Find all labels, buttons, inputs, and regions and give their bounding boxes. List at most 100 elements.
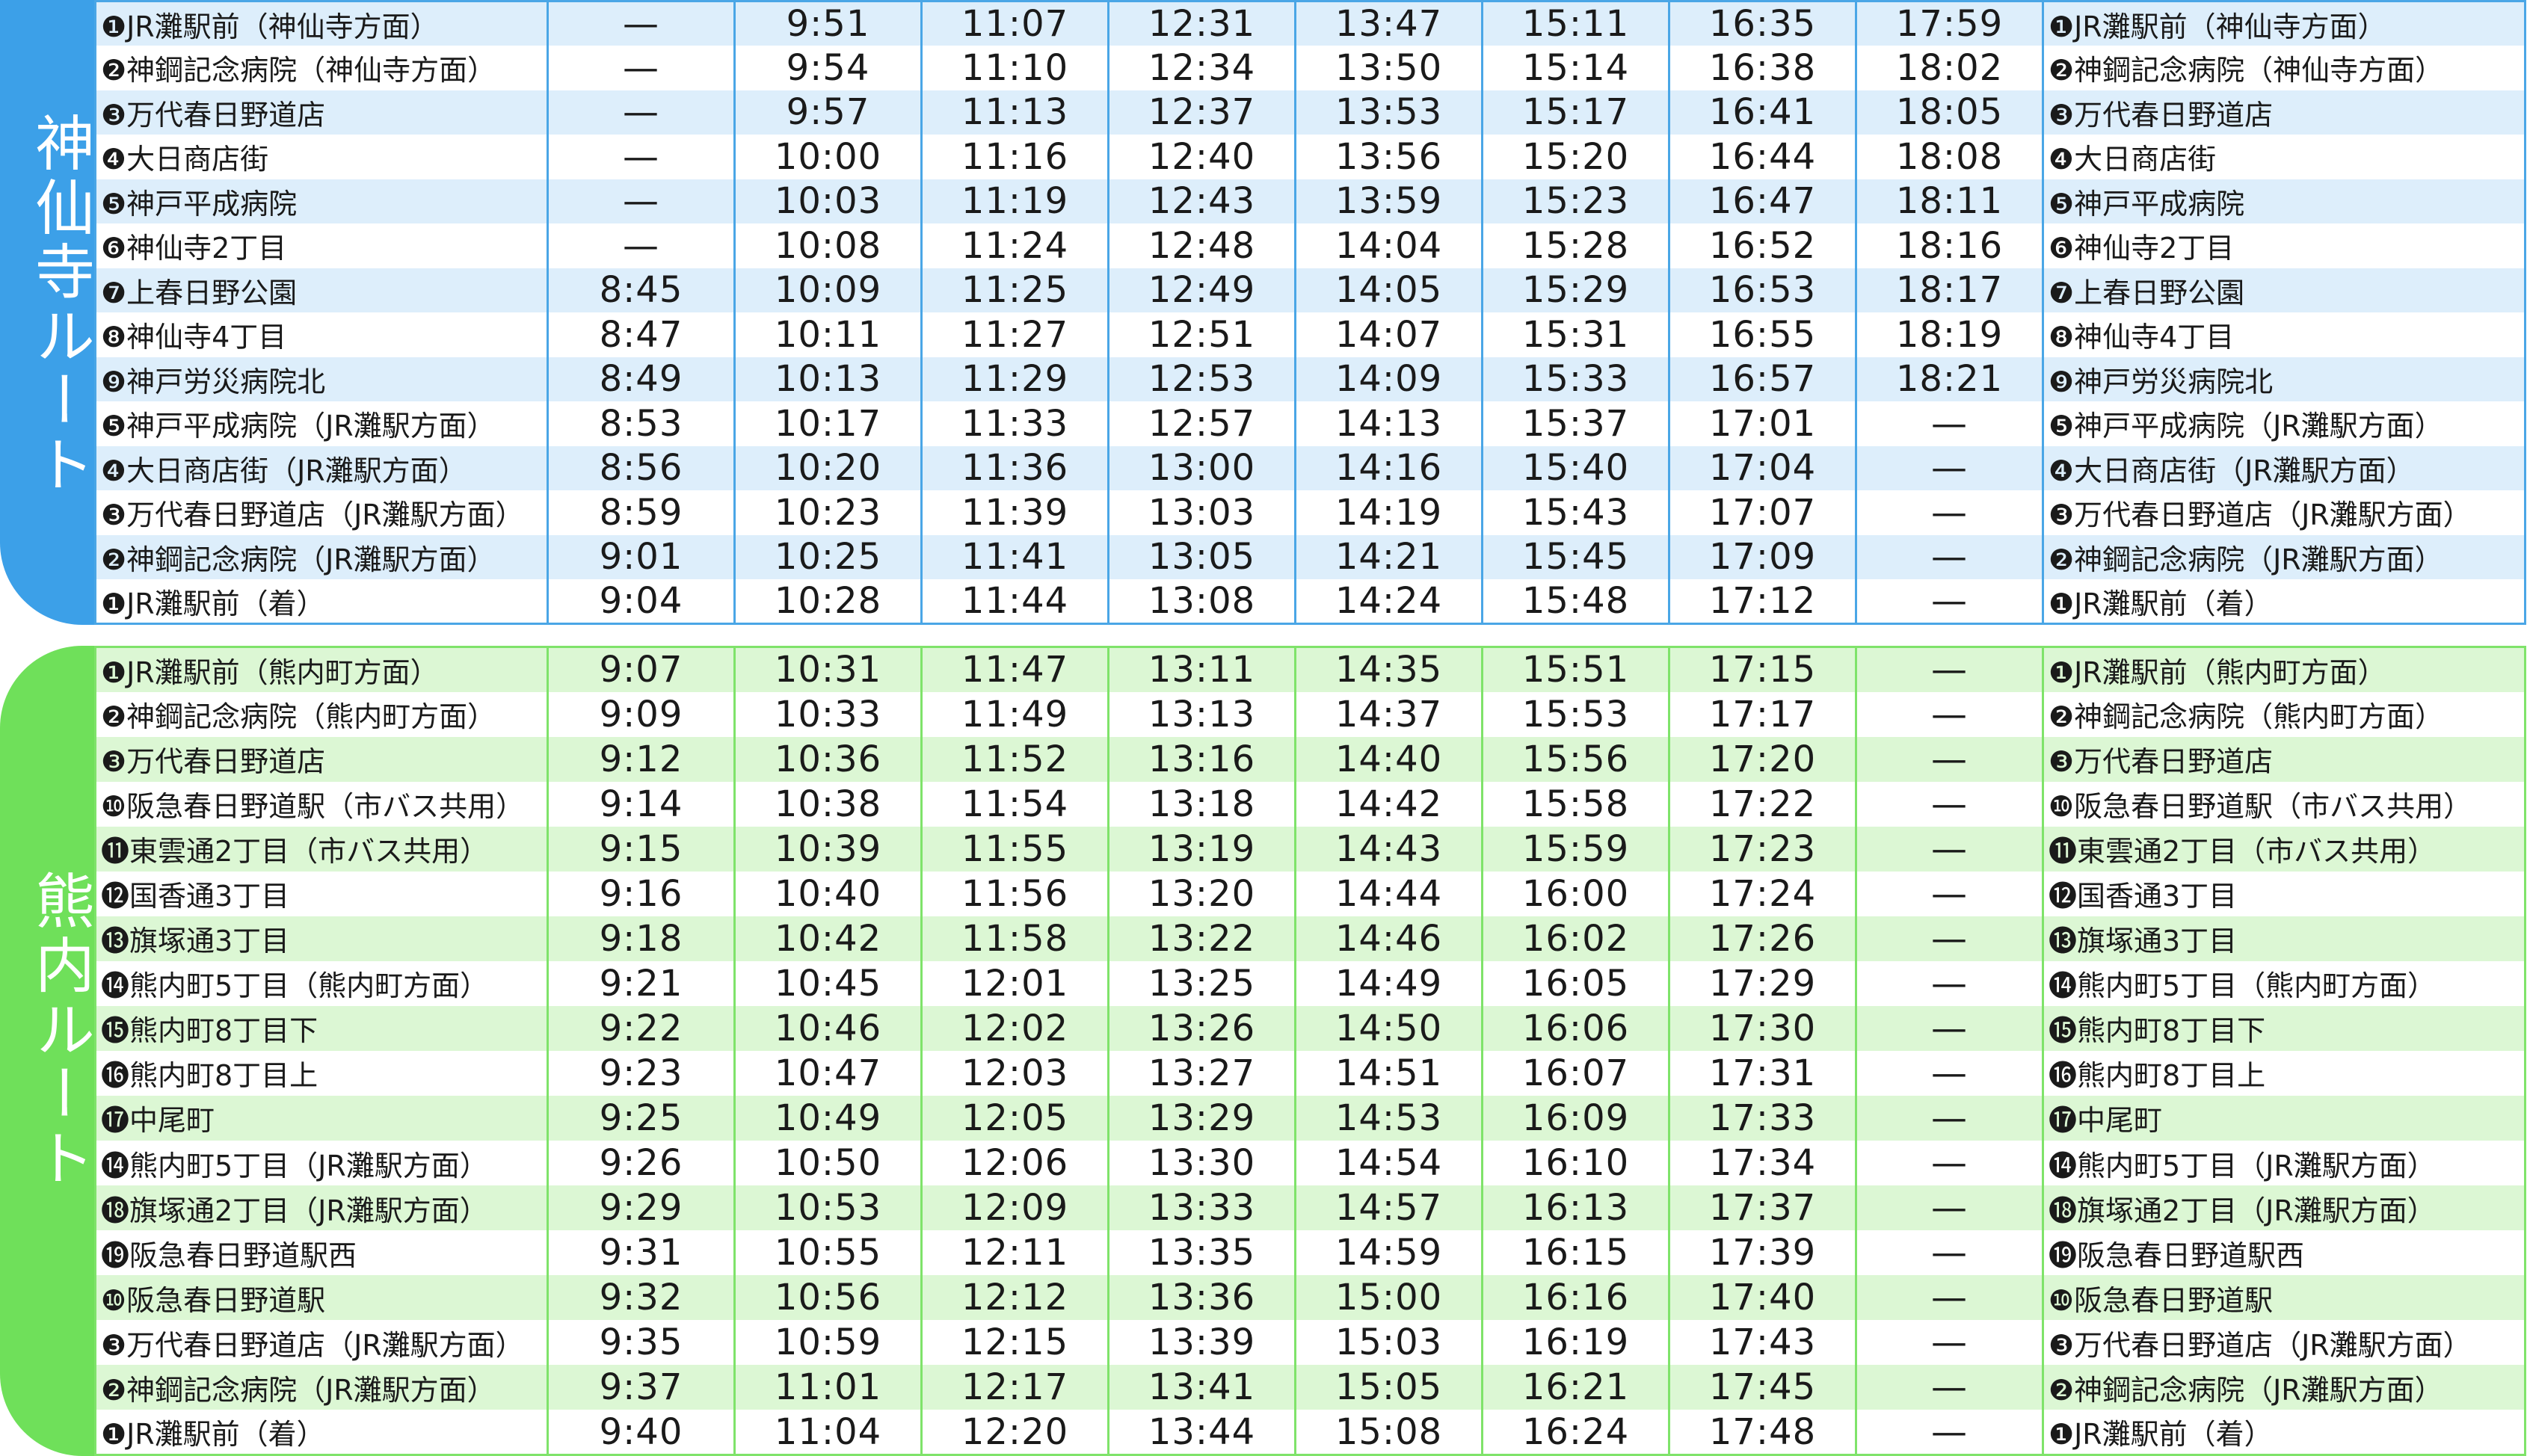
departure-time: — bbox=[547, 90, 736, 135]
departure-time: 17:17 bbox=[1669, 691, 1857, 737]
stop-name: ⓲旗塚通2丁目（JR灘駅方面） bbox=[95, 1185, 549, 1231]
stop-name: ❼上春日野公園 bbox=[95, 268, 549, 312]
departure-time: 9:22 bbox=[547, 1005, 736, 1051]
departure-time: 9:12 bbox=[547, 736, 736, 782]
departure-time: — bbox=[1856, 736, 2044, 782]
stop-name-right: ❸万代春日野道店 bbox=[2049, 98, 2274, 132]
departure-time: 11:55 bbox=[921, 826, 1109, 872]
departure-time: 11:27 bbox=[921, 312, 1109, 357]
departure-time: 9:37 bbox=[547, 1365, 736, 1410]
departure-time: 17:09 bbox=[1669, 534, 1857, 579]
table-row: ⓳阪急春日野道駅西 9:31 10:55 12:11 13:35 14:59 16:15 17… bbox=[95, 1230, 2526, 1276]
stop-name-right: ⓳阪急春日野道駅西 bbox=[2049, 1238, 2305, 1272]
departure-time: 9:07 bbox=[547, 647, 736, 692]
stop-name: ❽神仙寺4丁目 bbox=[95, 312, 549, 357]
departure-time: — bbox=[1856, 1141, 2044, 1186]
stop-name: ❺神戸平成病院 bbox=[95, 179, 549, 223]
departure-time: 11:58 bbox=[921, 916, 1109, 961]
departure-time: 18:05 bbox=[1856, 90, 2044, 135]
departure-time: 14:16 bbox=[1295, 445, 1483, 490]
table-row: ❹大日商店街 —10:00 11:16 12:40 13:56 15:20 16:44 18:… bbox=[95, 135, 2526, 179]
departure-time: 13:03 bbox=[1108, 490, 1296, 535]
stop-name-right: ❶JR灘駅前（熊内町方面） bbox=[2049, 655, 2386, 689]
departure-time: 18:11 bbox=[1856, 179, 2044, 223]
departure-time: 12:53 bbox=[1108, 357, 1296, 401]
departure-time: 12:31 bbox=[1108, 1, 1296, 46]
stop-name: ❿阪急春日野道駅 bbox=[95, 1275, 549, 1321]
departure-time: 18:08 bbox=[1856, 135, 2044, 179]
departure-time: — bbox=[1856, 916, 2044, 961]
departure-time: 10:40 bbox=[734, 871, 923, 916]
stop-name: ⓬国香通3丁目 bbox=[95, 871, 549, 916]
departure-time: 15:56 bbox=[1482, 736, 1670, 782]
stop-name: ⓯熊内町8丁目下 bbox=[95, 1005, 549, 1051]
departure-time: 12:40 bbox=[1108, 135, 1296, 179]
departure-time: 11:25 bbox=[921, 268, 1109, 312]
timetable: ❶JR灘駅前（神仙寺方面） —9:51 11:07 12:31 13:47 15:11 16… bbox=[94, 0, 2526, 625]
departure-time: 13:08 bbox=[1108, 579, 1296, 624]
departure-time: 10:33 bbox=[734, 691, 923, 737]
stop-name-right: ⓬国香通3丁目 bbox=[2049, 880, 2238, 913]
departure-time: 14:59 bbox=[1295, 1230, 1483, 1276]
departure-time: 10:08 bbox=[734, 223, 923, 268]
table-row: ❷神鋼記念病院（JR灘駅方面） 9:01 10:25 11:41 13:05 14:21 1… bbox=[95, 534, 2526, 579]
table-row: ⓮熊内町5丁目（JR灘駅方面） 9:26 10:50 12:06 13:30 14:54 1… bbox=[95, 1141, 2526, 1186]
departure-time: 10:59 bbox=[734, 1320, 923, 1366]
departure-time: 11:01 bbox=[734, 1365, 923, 1410]
stop-name-right: ❸万代春日野道店（JR灘駅方面） bbox=[2049, 499, 2472, 532]
stop-name-right: ❹大日商店街 bbox=[2049, 143, 2217, 176]
stop-name-right: ❸万代春日野道店 bbox=[2049, 745, 2274, 779]
table-row: ❾神戸労災病院北 8:49 10:13 11:29 12:53 14:09 15:33 16:… bbox=[95, 357, 2526, 401]
departure-time: 15:05 bbox=[1295, 1365, 1483, 1410]
departure-time: 17:39 bbox=[1669, 1230, 1857, 1276]
departure-time: 17:26 bbox=[1669, 916, 1857, 961]
departure-time: 10:28 bbox=[734, 579, 923, 624]
departure-time: 9:57 bbox=[734, 90, 923, 135]
departure-time: 17:15 bbox=[1669, 647, 1857, 692]
departure-time: 13:05 bbox=[1108, 534, 1296, 579]
departure-time: 16:44 bbox=[1669, 135, 1857, 179]
departure-time: 11:39 bbox=[921, 490, 1109, 535]
stop-name-right: ❶JR灘駅前（着） bbox=[2049, 1418, 2273, 1452]
departure-time: — bbox=[1856, 1410, 2044, 1455]
departure-time: 16:52 bbox=[1669, 223, 1857, 268]
stop-name: ❻神仙寺2丁目 bbox=[95, 223, 549, 268]
departure-time: 12:34 bbox=[1108, 46, 1296, 90]
departure-time: 9:16 bbox=[547, 871, 736, 916]
departure-time: 12:43 bbox=[1108, 179, 1296, 223]
departure-time: 9:15 bbox=[547, 826, 736, 872]
departure-time: 11:13 bbox=[921, 90, 1109, 135]
departure-time: 12:48 bbox=[1108, 223, 1296, 268]
stop-name-right: ❿阪急春日野道駅 bbox=[2049, 1283, 2274, 1317]
departure-time: 16:00 bbox=[1482, 871, 1670, 916]
departure-time: 13:33 bbox=[1108, 1185, 1296, 1231]
departure-time: 15:17 bbox=[1482, 90, 1670, 135]
table-row: ❸万代春日野道店（JR灘駅方面） 9:35 10:59 12:15 13:39 15:03… bbox=[95, 1320, 2526, 1366]
departure-time: 9:26 bbox=[547, 1141, 736, 1186]
departure-time: 8:56 bbox=[547, 445, 736, 490]
departure-time: 13:11 bbox=[1108, 647, 1296, 692]
route-section-kumauchi: 熊内ルート ❶JR灘駅前（熊内町方面） 9:07 10:31 11:47 13:11 14… bbox=[0, 646, 2527, 1456]
stop-name: ⓰熊内町8丁目上 bbox=[95, 1050, 549, 1096]
table-row: ⓬国香通3丁目 9:16 10:40 11:56 13:20 14:44 16:00 17:2… bbox=[95, 871, 2526, 916]
departure-time: 14:57 bbox=[1295, 1185, 1483, 1231]
stop-name: ❸万代春日野道店 bbox=[95, 736, 549, 782]
route-section-shinsenji: 神仙寺ルート ❶JR灘駅前（神仙寺方面） —9:51 11:07 12:31 13:47… bbox=[0, 0, 2527, 625]
stop-name: ⓫東雲通2丁目（市バス共用） bbox=[95, 826, 549, 872]
departure-time: 16:57 bbox=[1669, 357, 1857, 401]
departure-time: 17:12 bbox=[1669, 579, 1857, 624]
stop-name-right: ❺神戸平成病院 bbox=[2049, 187, 2245, 220]
table-row: ❶JR灘駅前（神仙寺方面） —9:51 11:07 12:31 13:47 15:11 16… bbox=[95, 1, 2526, 46]
table-row: ❶JR灘駅前（着） 9:04 10:28 11:44 13:08 14:24 15:48 17… bbox=[95, 579, 2526, 624]
stop-name: ❸万代春日野道店（JR灘駅方面） bbox=[95, 1320, 549, 1366]
departure-time: 10:42 bbox=[734, 916, 923, 961]
departure-time: 12:20 bbox=[921, 1410, 1109, 1455]
table-row: ❷神鋼記念病院（神仙寺方面） —9:54 11:10 12:34 13:50 15:14 1… bbox=[95, 46, 2526, 90]
departure-time: 14:43 bbox=[1295, 826, 1483, 872]
departure-time: 9:04 bbox=[547, 579, 736, 624]
stop-name: ❷神鋼記念病院（JR灘駅方面） bbox=[95, 1365, 549, 1410]
departure-time: 16:41 bbox=[1669, 90, 1857, 135]
table-row: ⓭旗塚通3丁目 9:18 10:42 11:58 13:22 14:46 16:02 17:2… bbox=[95, 916, 2526, 961]
departure-time: 12:03 bbox=[921, 1050, 1109, 1096]
table-row: ⓱中尾町 9:25 10:49 12:05 13:29 14:53 16:09 17:33— ⓱… bbox=[95, 1095, 2526, 1141]
